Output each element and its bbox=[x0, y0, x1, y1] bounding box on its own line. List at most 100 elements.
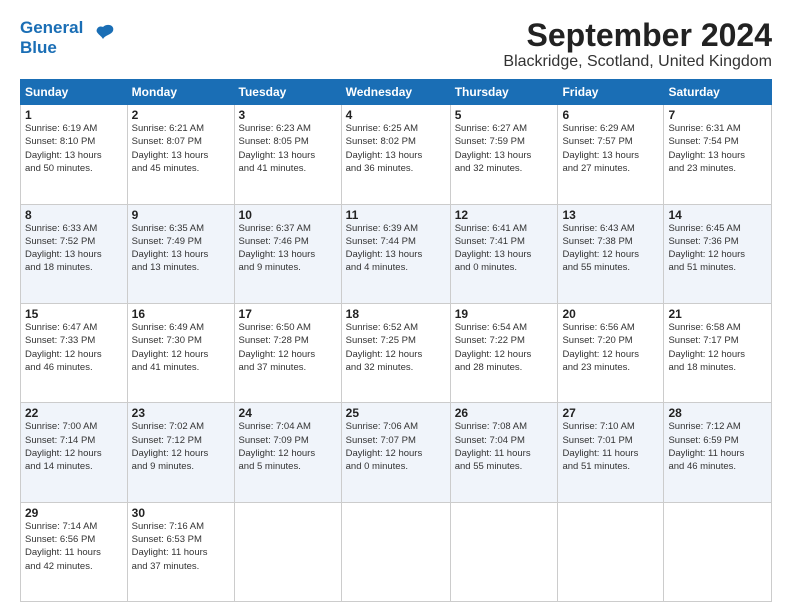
table-row bbox=[450, 502, 558, 601]
table-row: 15Sunrise: 6:47 AM Sunset: 7:33 PM Dayli… bbox=[21, 303, 128, 402]
day-number: 14 bbox=[668, 208, 767, 222]
table-row: 22Sunrise: 7:00 AM Sunset: 7:14 PM Dayli… bbox=[21, 403, 128, 502]
day-number: 15 bbox=[25, 307, 123, 321]
logo-general: General bbox=[20, 18, 83, 37]
table-row: 16Sunrise: 6:49 AM Sunset: 7:30 PM Dayli… bbox=[127, 303, 234, 402]
day-info: Sunrise: 6:43 AM Sunset: 7:38 PM Dayligh… bbox=[562, 222, 659, 275]
day-info: Sunrise: 7:10 AM Sunset: 7:01 PM Dayligh… bbox=[562, 420, 659, 473]
day-info: Sunrise: 6:25 AM Sunset: 8:02 PM Dayligh… bbox=[346, 122, 446, 175]
table-row: 29Sunrise: 7:14 AM Sunset: 6:56 PM Dayli… bbox=[21, 502, 128, 601]
day-number: 18 bbox=[346, 307, 446, 321]
day-number: 8 bbox=[25, 208, 123, 222]
day-number: 23 bbox=[132, 406, 230, 420]
table-row: 9Sunrise: 6:35 AM Sunset: 7:49 PM Daylig… bbox=[127, 204, 234, 303]
col-sunday: Sunday bbox=[21, 80, 128, 105]
day-number: 20 bbox=[562, 307, 659, 321]
table-row: 18Sunrise: 6:52 AM Sunset: 7:25 PM Dayli… bbox=[341, 303, 450, 402]
day-info: Sunrise: 6:23 AM Sunset: 8:05 PM Dayligh… bbox=[239, 122, 337, 175]
day-info: Sunrise: 6:50 AM Sunset: 7:28 PM Dayligh… bbox=[239, 321, 337, 374]
page: General Blue September 2024 Blackridge, … bbox=[0, 0, 792, 612]
title-section: September 2024 Blackridge, Scotland, Uni… bbox=[503, 18, 772, 71]
day-number: 22 bbox=[25, 406, 123, 420]
day-info: Sunrise: 6:45 AM Sunset: 7:36 PM Dayligh… bbox=[668, 222, 767, 275]
logo: General Blue bbox=[20, 18, 117, 57]
day-info: Sunrise: 6:54 AM Sunset: 7:22 PM Dayligh… bbox=[455, 321, 554, 374]
table-row: 2Sunrise: 6:21 AM Sunset: 8:07 PM Daylig… bbox=[127, 105, 234, 204]
day-number: 2 bbox=[132, 108, 230, 122]
calendar-week-row: 1Sunrise: 6:19 AM Sunset: 8:10 PM Daylig… bbox=[21, 105, 772, 204]
day-number: 19 bbox=[455, 307, 554, 321]
table-row: 1Sunrise: 6:19 AM Sunset: 8:10 PM Daylig… bbox=[21, 105, 128, 204]
calendar-week-row: 22Sunrise: 7:00 AM Sunset: 7:14 PM Dayli… bbox=[21, 403, 772, 502]
day-info: Sunrise: 7:08 AM Sunset: 7:04 PM Dayligh… bbox=[455, 420, 554, 473]
table-row: 3Sunrise: 6:23 AM Sunset: 8:05 PM Daylig… bbox=[234, 105, 341, 204]
day-info: Sunrise: 7:04 AM Sunset: 7:09 PM Dayligh… bbox=[239, 420, 337, 473]
day-number: 12 bbox=[455, 208, 554, 222]
day-number: 3 bbox=[239, 108, 337, 122]
table-row bbox=[664, 502, 772, 601]
day-number: 5 bbox=[455, 108, 554, 122]
table-row: 20Sunrise: 6:56 AM Sunset: 7:20 PM Dayli… bbox=[558, 303, 664, 402]
day-number: 25 bbox=[346, 406, 446, 420]
table-row: 5Sunrise: 6:27 AM Sunset: 7:59 PM Daylig… bbox=[450, 105, 558, 204]
day-info: Sunrise: 7:06 AM Sunset: 7:07 PM Dayligh… bbox=[346, 420, 446, 473]
logo-line1: General bbox=[20, 18, 83, 38]
table-row: 12Sunrise: 6:41 AM Sunset: 7:41 PM Dayli… bbox=[450, 204, 558, 303]
col-wednesday: Wednesday bbox=[341, 80, 450, 105]
day-info: Sunrise: 6:52 AM Sunset: 7:25 PM Dayligh… bbox=[346, 321, 446, 374]
table-row: 21Sunrise: 6:58 AM Sunset: 7:17 PM Dayli… bbox=[664, 303, 772, 402]
header: General Blue September 2024 Blackridge, … bbox=[20, 18, 772, 71]
day-number: 10 bbox=[239, 208, 337, 222]
day-info: Sunrise: 6:58 AM Sunset: 7:17 PM Dayligh… bbox=[668, 321, 767, 374]
table-row bbox=[558, 502, 664, 601]
day-number: 13 bbox=[562, 208, 659, 222]
table-row: 13Sunrise: 6:43 AM Sunset: 7:38 PM Dayli… bbox=[558, 204, 664, 303]
day-info: Sunrise: 6:29 AM Sunset: 7:57 PM Dayligh… bbox=[562, 122, 659, 175]
day-info: Sunrise: 6:33 AM Sunset: 7:52 PM Dayligh… bbox=[25, 222, 123, 275]
col-thursday: Thursday bbox=[450, 80, 558, 105]
calendar-week-row: 15Sunrise: 6:47 AM Sunset: 7:33 PM Dayli… bbox=[21, 303, 772, 402]
col-saturday: Saturday bbox=[664, 80, 772, 105]
calendar-week-row: 8Sunrise: 6:33 AM Sunset: 7:52 PM Daylig… bbox=[21, 204, 772, 303]
table-row: 8Sunrise: 6:33 AM Sunset: 7:52 PM Daylig… bbox=[21, 204, 128, 303]
table-row: 17Sunrise: 6:50 AM Sunset: 7:28 PM Dayli… bbox=[234, 303, 341, 402]
table-row: 23Sunrise: 7:02 AM Sunset: 7:12 PM Dayli… bbox=[127, 403, 234, 502]
table-row: 24Sunrise: 7:04 AM Sunset: 7:09 PM Dayli… bbox=[234, 403, 341, 502]
location-subtitle: Blackridge, Scotland, United Kingdom bbox=[503, 53, 772, 71]
day-info: Sunrise: 7:14 AM Sunset: 6:56 PM Dayligh… bbox=[25, 520, 123, 573]
table-row: 10Sunrise: 6:37 AM Sunset: 7:46 PM Dayli… bbox=[234, 204, 341, 303]
col-tuesday: Tuesday bbox=[234, 80, 341, 105]
table-row: 4Sunrise: 6:25 AM Sunset: 8:02 PM Daylig… bbox=[341, 105, 450, 204]
calendar-week-row: 29Sunrise: 7:14 AM Sunset: 6:56 PM Dayli… bbox=[21, 502, 772, 601]
calendar-table: Sunday Monday Tuesday Wednesday Thursday… bbox=[20, 79, 772, 602]
day-number: 24 bbox=[239, 406, 337, 420]
day-info: Sunrise: 6:47 AM Sunset: 7:33 PM Dayligh… bbox=[25, 321, 123, 374]
day-number: 26 bbox=[455, 406, 554, 420]
day-info: Sunrise: 6:37 AM Sunset: 7:46 PM Dayligh… bbox=[239, 222, 337, 275]
day-info: Sunrise: 6:39 AM Sunset: 7:44 PM Dayligh… bbox=[346, 222, 446, 275]
day-info: Sunrise: 7:02 AM Sunset: 7:12 PM Dayligh… bbox=[132, 420, 230, 473]
day-info: Sunrise: 7:12 AM Sunset: 6:59 PM Dayligh… bbox=[668, 420, 767, 473]
calendar-header-row: Sunday Monday Tuesday Wednesday Thursday… bbox=[21, 80, 772, 105]
day-number: 11 bbox=[346, 208, 446, 222]
day-number: 17 bbox=[239, 307, 337, 321]
table-row: 19Sunrise: 6:54 AM Sunset: 7:22 PM Dayli… bbox=[450, 303, 558, 402]
day-number: 28 bbox=[668, 406, 767, 420]
logo-line2: Blue bbox=[20, 38, 83, 58]
day-number: 1 bbox=[25, 108, 123, 122]
table-row: 11Sunrise: 6:39 AM Sunset: 7:44 PM Dayli… bbox=[341, 204, 450, 303]
day-info: Sunrise: 6:21 AM Sunset: 8:07 PM Dayligh… bbox=[132, 122, 230, 175]
day-info: Sunrise: 6:49 AM Sunset: 7:30 PM Dayligh… bbox=[132, 321, 230, 374]
day-info: Sunrise: 6:31 AM Sunset: 7:54 PM Dayligh… bbox=[668, 122, 767, 175]
day-number: 9 bbox=[132, 208, 230, 222]
table-row bbox=[341, 502, 450, 601]
table-row: 25Sunrise: 7:06 AM Sunset: 7:07 PM Dayli… bbox=[341, 403, 450, 502]
day-number: 21 bbox=[668, 307, 767, 321]
day-info: Sunrise: 6:19 AM Sunset: 8:10 PM Dayligh… bbox=[25, 122, 123, 175]
table-row: 27Sunrise: 7:10 AM Sunset: 7:01 PM Dayli… bbox=[558, 403, 664, 502]
day-info: Sunrise: 7:16 AM Sunset: 6:53 PM Dayligh… bbox=[132, 520, 230, 573]
table-row bbox=[234, 502, 341, 601]
table-row: 14Sunrise: 6:45 AM Sunset: 7:36 PM Dayli… bbox=[664, 204, 772, 303]
day-number: 6 bbox=[562, 108, 659, 122]
table-row: 7Sunrise: 6:31 AM Sunset: 7:54 PM Daylig… bbox=[664, 105, 772, 204]
